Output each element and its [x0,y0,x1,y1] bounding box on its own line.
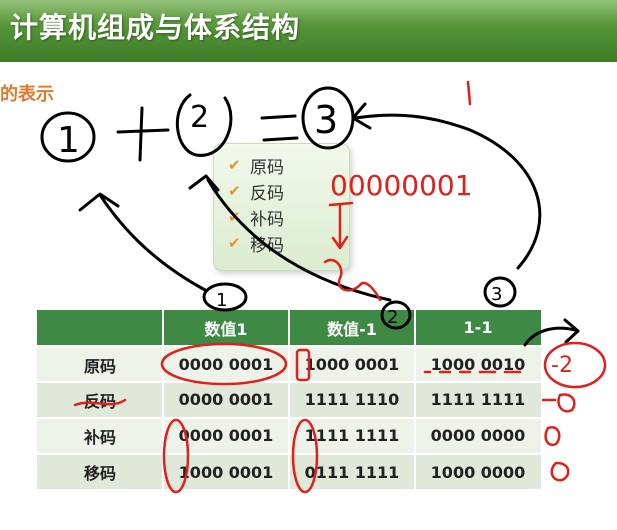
legend-item-label: 补码 [250,209,284,230]
table-cell: 0000 0001 [178,426,274,445]
ink-text: 1 [57,120,80,161]
ink-circle [301,86,355,150]
ink-arrowhead [351,102,372,130]
table-cell: 0000 0000 [430,426,526,445]
row-label-twos-complement: 补码 [83,427,116,447]
table-header-one-minus-one: 1-1 [463,318,493,337]
slide-header: 计算机组成与体系结构 [0,0,617,62]
table-cell: 1111 1111 [430,390,526,409]
ink-arrowhead [78,192,120,212]
ink-text: 3 [314,98,338,142]
legend-item-twos-complement: ✔ 补码 [228,205,284,230]
table-header-value-neg1: 数值-1 [327,319,377,339]
ink-arrowhead [563,318,580,344]
check-icon: ✔ [228,156,241,174]
ink-mark [466,80,472,106]
ink-zero [544,425,561,447]
ink-equals [260,114,299,142]
row-label-sign-magnitude: 原码 [83,356,116,376]
legend-item-label: 原码 [250,157,284,178]
table-cell: 1000 0000 [430,462,526,482]
legend-item-sign-magnitude: ✔ 原码 [228,153,284,178]
section-subtitle: 的表示 [0,84,54,105]
legend-item-label: 反码 [250,183,284,204]
table-header-corner [37,310,163,345]
ink-zero [550,461,570,482]
row-label-ones-complement: 反码 [83,391,116,411]
slide-title: 计算机组成与体系结构 [10,11,301,44]
ink-text-binary: 00000001 [330,169,473,202]
table-divider [414,310,416,492]
row-label-excess: 移码 [83,464,116,483]
legend-item-ones-complement: ✔ 反码 [228,179,284,204]
table-cell: 1111 1110 [304,390,400,409]
table-divider [288,310,290,492]
legend-item-excess: ✔ 移码 [228,231,284,256]
check-icon: ✔ [228,234,241,252]
ink-plus [116,106,170,162]
legend-item-label: 移码 [250,235,284,256]
ink-circle [543,341,607,389]
ink-text: 3 [491,284,502,305]
check-icon: ✔ [228,208,241,226]
table-cell: 0000 0001 [178,355,274,374]
ink-text-neg2: -2 [551,353,573,378]
table-cell: 1000 0010 [430,355,526,374]
table-cell: 1000 0001 [304,355,400,374]
ink-circle [202,282,248,312]
ink-arrow [98,193,207,292]
ink-text: 1 [216,290,227,311]
table-divider [162,310,164,492]
table-cell: 0000 0001 [178,390,274,409]
table-cell: 0111 1111 [304,462,400,482]
table-cell: 1111 1111 [304,426,400,445]
table-divider [37,453,541,455]
table-header-value-1: 数值1 [204,319,248,339]
check-icon: ✔ [228,182,241,200]
ink-arrow [353,113,542,270]
table-divider [37,381,541,383]
table-divider [37,417,541,419]
ink-circle [483,276,517,308]
table-cell: 1000 0001 [178,462,274,482]
ink-text: 2 [190,100,209,135]
encoding-legend-card: ✔ 原码 ✔ 反码 ✔ 补码 ✔ 移码 [213,143,350,271]
ink-circle [40,111,96,163]
ink-zero [557,393,576,413]
table-divider [37,345,541,347]
